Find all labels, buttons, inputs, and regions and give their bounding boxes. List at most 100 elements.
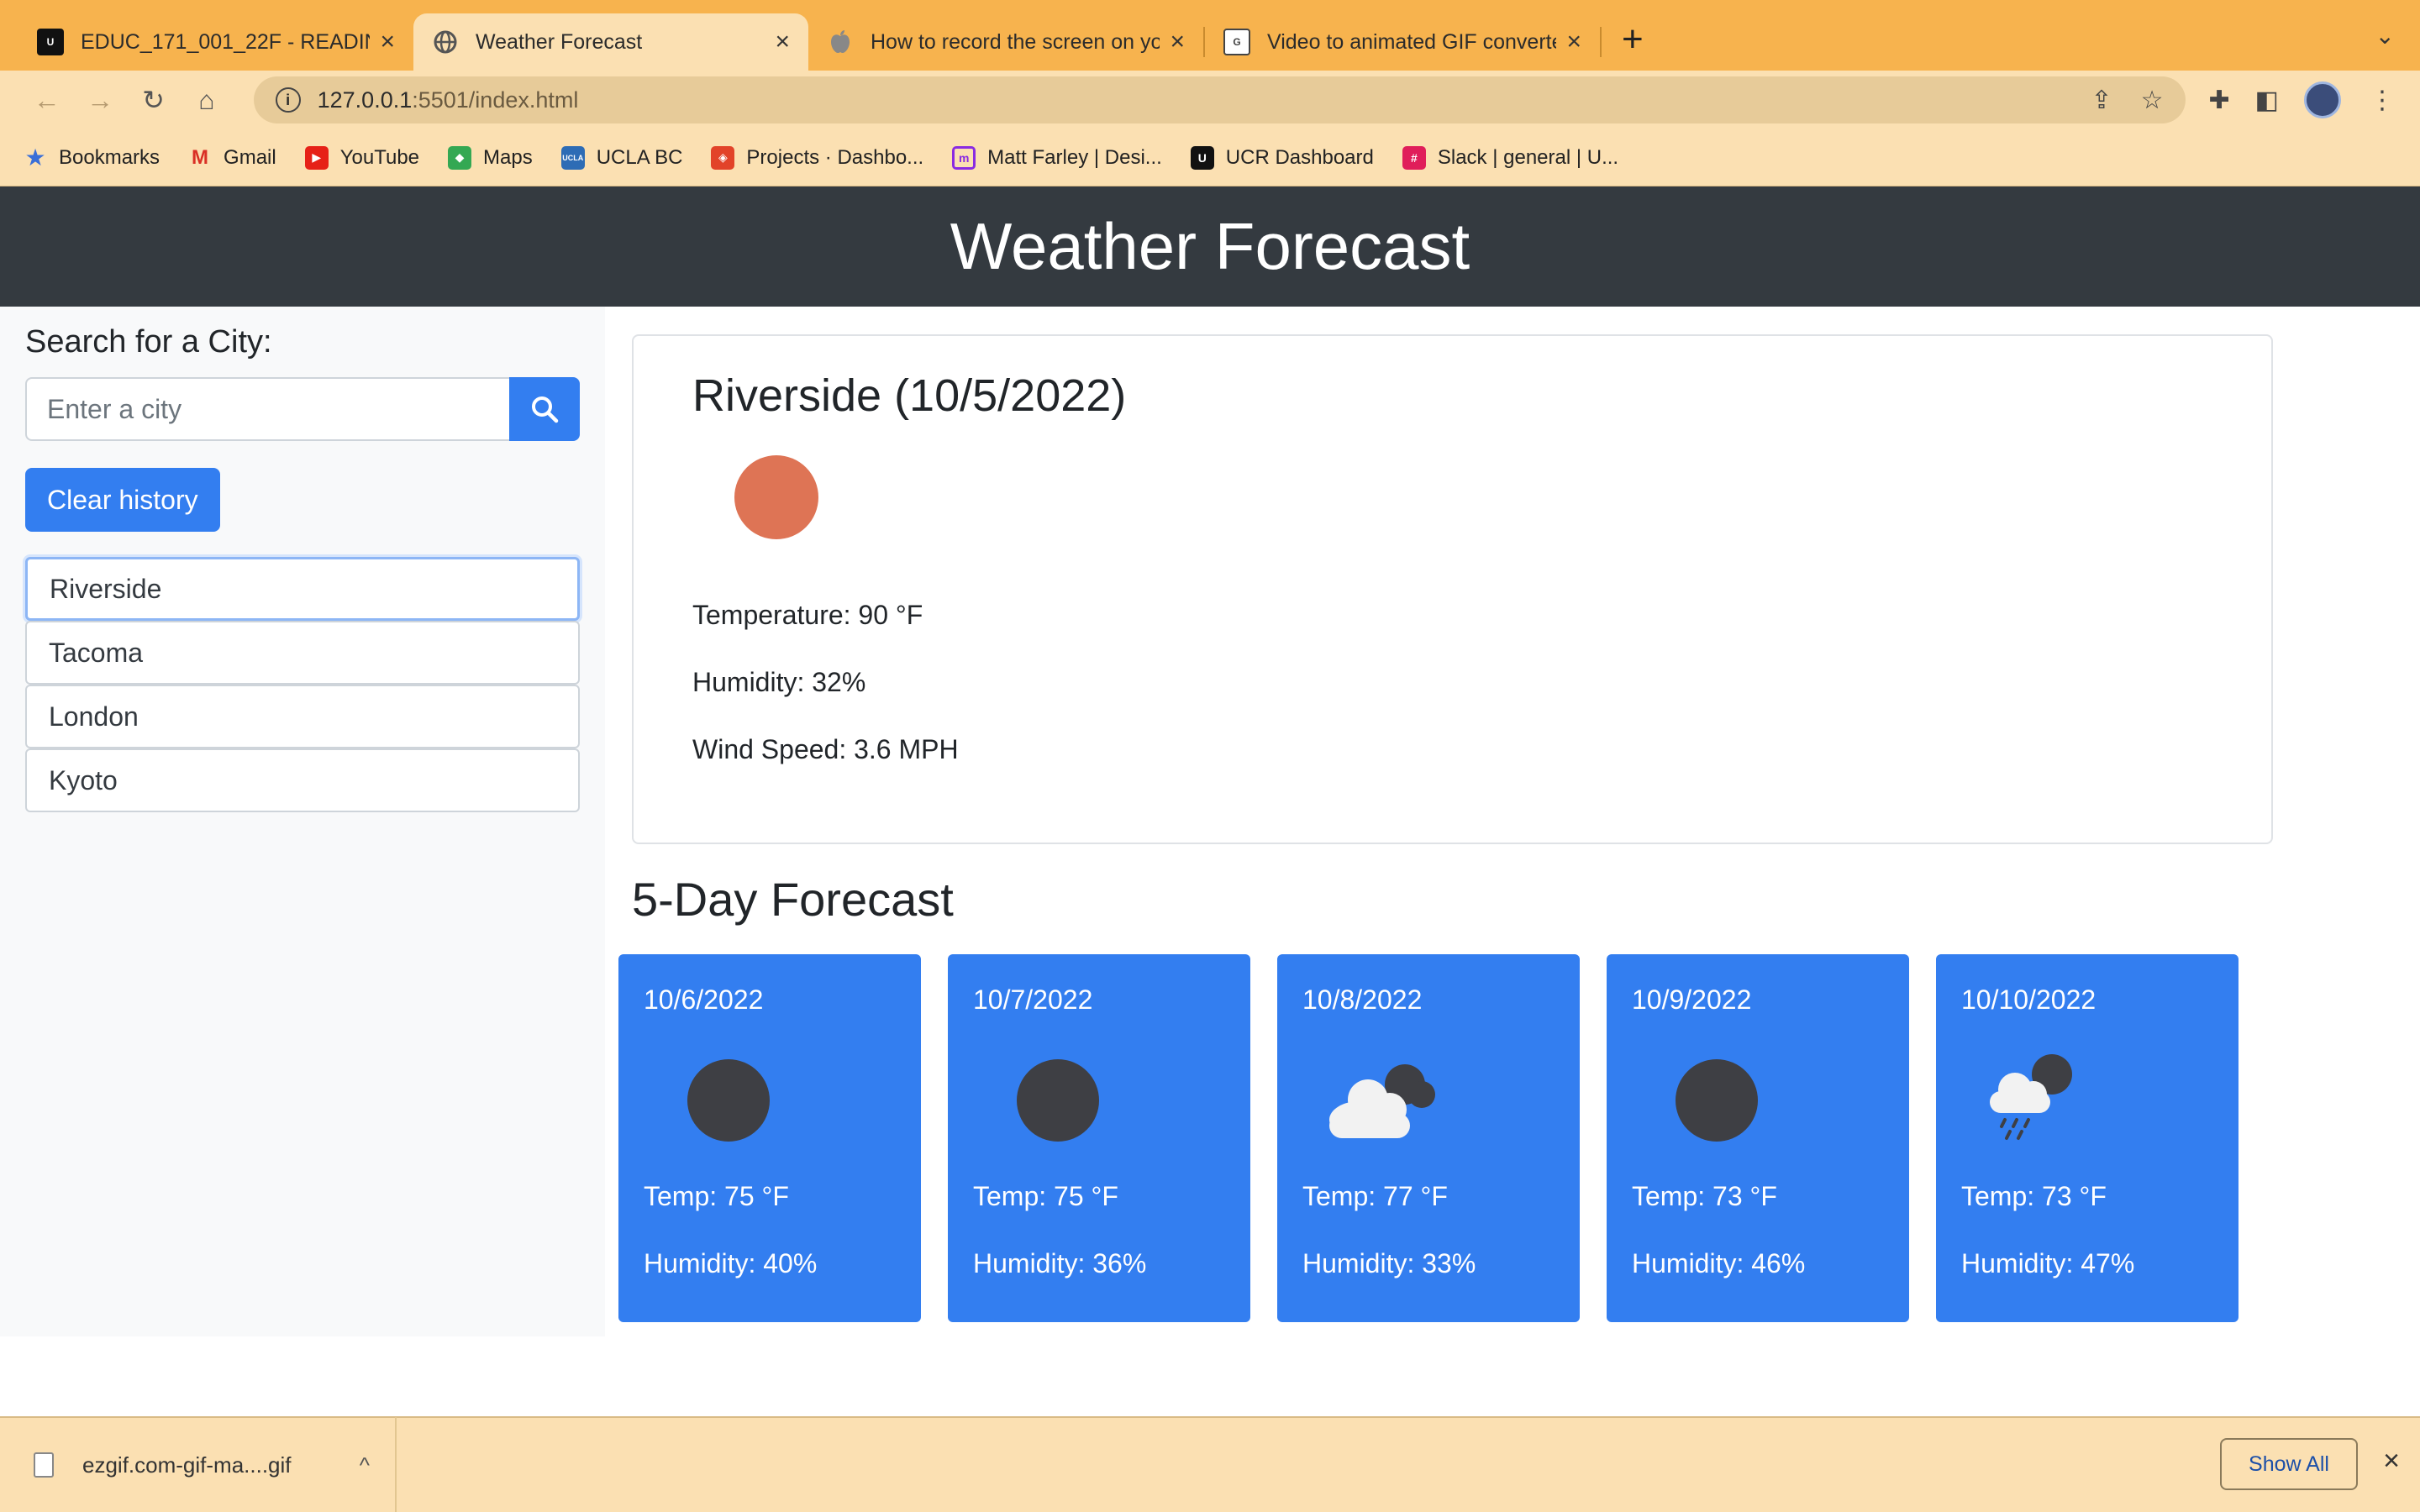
forecast-card: 10/8/2022 Temp: 77 °F Humidity: 33% (1277, 954, 1580, 1322)
home-icon[interactable]: ⌂ (180, 85, 233, 116)
url-path: :5501/index.html (412, 87, 579, 113)
forecast-humidity: Humidity: 46% (1632, 1248, 1806, 1278)
cloudy-night-icon (1302, 1032, 1470, 1158)
forecast-date: 10/6/2022 (644, 984, 764, 1015)
clear-night-icon (644, 1032, 812, 1158)
reload-icon[interactable]: ↻ (127, 84, 180, 116)
forecast-card: 10/7/2022 Temp: 75 °F Humidity: 36% (948, 954, 1250, 1322)
ucr-learn-icon: U (37, 29, 64, 55)
forecast-card: 10/10/2022 Temp: 73 °F Humidity: 47% (1936, 954, 2238, 1322)
current-weather-card: Riverside (10/5/2022) Temperature: 90 °F… (632, 334, 2273, 844)
app-header: Weather Forecast (0, 186, 2420, 307)
bookmark-ucr-dashboard[interactable]: U UCR Dashboard (1190, 145, 1374, 170)
clear-history-button[interactable]: Clear history (25, 468, 220, 532)
forecast-cards: 10/6/2022 Temp: 75 °F Humidity: 40% 10/7… (618, 954, 2265, 1322)
extensions-puzzle-icon[interactable]: ✚ (2209, 86, 2230, 115)
search-heading: Search for a City: (25, 324, 272, 360)
forecast-date: 10/10/2022 (1961, 984, 2096, 1015)
site-info-icon[interactable]: i (275, 87, 301, 113)
forecast-humidity: Humidity: 36% (973, 1248, 1147, 1278)
download-item[interactable]: ezgif.com-gif-ma....gif ^ (0, 1417, 397, 1512)
bookmark-slack[interactable]: # Slack | general | U... (1402, 145, 1619, 170)
clear-night-icon (1632, 1032, 1800, 1158)
new-tab-plus-icon[interactable]: + (1622, 18, 1644, 60)
show-all-button[interactable]: Show All (2220, 1438, 2358, 1490)
search-group (25, 377, 580, 441)
gmail-icon: M (192, 145, 209, 169)
tab-educ[interactable]: U EDUC_171_001_22F - READING × (18, 13, 413, 71)
bookmark-label: YouTube (339, 145, 420, 169)
share-icon[interactable]: ⇪ (2091, 86, 2112, 115)
history-item-london[interactable]: London (25, 685, 580, 748)
portfolio-icon: m (952, 145, 976, 170)
downloads-bar: ezgif.com-gif-ma....gif ^ Show All × (0, 1416, 2420, 1512)
slack-icon: # (1402, 145, 1426, 170)
forecast-temp: Temp: 77 °F (1302, 1181, 1448, 1211)
profile-avatar[interactable] (2304, 81, 2342, 118)
close-icon[interactable]: × (775, 28, 790, 56)
history-item-kyoto[interactable]: Kyoto (25, 748, 580, 812)
search-button[interactable] (509, 377, 580, 441)
forecast-humidity: Humidity: 47% (1961, 1248, 2135, 1278)
bookmark-youtube[interactable]: ▶ YouTube (304, 145, 420, 170)
tab-title: EDUC_171_001_22F - READING (81, 29, 371, 54)
close-icon[interactable]: × (1566, 28, 1581, 56)
toolbar-right: ✚ ◧ ⋮ (2209, 81, 2420, 118)
ucr-learn-icon: U (1190, 145, 1214, 170)
forecast-temp: Temp: 73 °F (1632, 1181, 1777, 1211)
tab-weather-forecast[interactable]: Weather Forecast × (413, 13, 808, 71)
forward-arrow-icon[interactable]: → (73, 85, 126, 116)
bookmark-label: Matt Farley | Desi... (987, 145, 1162, 169)
youtube-icon: ▶ (304, 145, 329, 170)
close-icon[interactable]: × (1170, 28, 1185, 56)
star-bookmark-icon[interactable]: ☆ (2141, 86, 2164, 115)
bookmark-label: UCR Dashboard (1225, 145, 1374, 169)
forecast-heading: 5-Day Forecast (632, 873, 954, 926)
city-search-input[interactable] (25, 377, 509, 441)
tab-title: Weather Forecast (476, 29, 643, 54)
menu-dots-icon[interactable]: ⋮ (2370, 86, 2395, 115)
tab-strip: U EDUC_171_001_22F - READING × Weather F… (0, 0, 2420, 71)
sun-icon (692, 447, 860, 581)
bookmark-projects[interactable]: ◈ Projects · Dashbo... (711, 145, 923, 170)
address-bar[interactable]: i 127.0.0.1:5501/index.html ⇪ ☆ (253, 76, 2186, 123)
tab-record-screen[interactable]: How to record the screen on your × (808, 13, 1203, 71)
search-icon (532, 396, 559, 423)
close-icon[interactable]: × (380, 28, 395, 56)
rain-night-icon (1961, 1032, 2129, 1158)
chevron-up-icon[interactable]: ^ (360, 1452, 370, 1478)
bookmark-ucla-bc[interactable]: UCLA UCLA BC (560, 145, 682, 170)
forecast-temp: Temp: 75 °F (973, 1181, 1118, 1211)
search-sidebar: Search for a City: Clear history Riversi… (0, 307, 605, 1336)
side-panel-icon[interactable]: ◧ (2255, 86, 2279, 115)
back-arrow-icon[interactable]: ← (20, 85, 73, 116)
forecast-humidity: Humidity: 40% (644, 1248, 818, 1278)
download-filename: ezgif.com-gif-ma....gif (82, 1452, 292, 1478)
current-wind-speed: Wind Speed: 3.6 MPH (692, 734, 959, 764)
bookmarks-bar: ★ Bookmarks M Gmail ▶ YouTube ◆ Maps UCLA UCL… (0, 129, 2420, 186)
url-host: 127.0.0.1 (317, 87, 413, 113)
ucla-icon: UCLA (560, 145, 585, 170)
tab-separator (1600, 27, 1602, 57)
tab-title: Video to animated GIF converter (1267, 29, 1557, 54)
history-item-tacoma[interactable]: Tacoma (25, 621, 580, 685)
close-icon[interactable]: × (2383, 1445, 2400, 1478)
bookmark-matt-farley[interactable]: m Matt Farley | Desi... (952, 145, 1162, 170)
current-humidity: Humidity: 32% (692, 667, 866, 697)
bookmark-maps[interactable]: ◆ Maps (448, 145, 533, 170)
bookmark-bookmarks[interactable]: ★ Bookmarks (24, 144, 160, 171)
forecast-card: 10/9/2022 Temp: 73 °F Humidity: 46% (1607, 954, 1909, 1322)
tab-title: How to record the screen on your (871, 29, 1160, 54)
bookmark-gmail[interactable]: M Gmail (188, 146, 276, 170)
tab-search-chevron-icon[interactable]: ⌄ (2375, 22, 2395, 50)
forecast-humidity: Humidity: 33% (1302, 1248, 1476, 1278)
clear-night-icon (973, 1032, 1141, 1158)
current-temperature: Temperature: 90 °F (692, 600, 923, 630)
bookmark-label: Gmail (224, 145, 276, 169)
url-text: 127.0.0.1:5501/index.html (318, 87, 2063, 113)
bookmark-label: Maps (483, 145, 533, 169)
bookmark-label: Bookmarks (59, 145, 160, 169)
tab-gif-converter[interactable]: G Video to animated GIF converter × (1205, 13, 1600, 71)
history-item-riverside[interactable]: Riverside (25, 557, 580, 621)
bookmark-label: Slack | general | U... (1437, 145, 1619, 169)
